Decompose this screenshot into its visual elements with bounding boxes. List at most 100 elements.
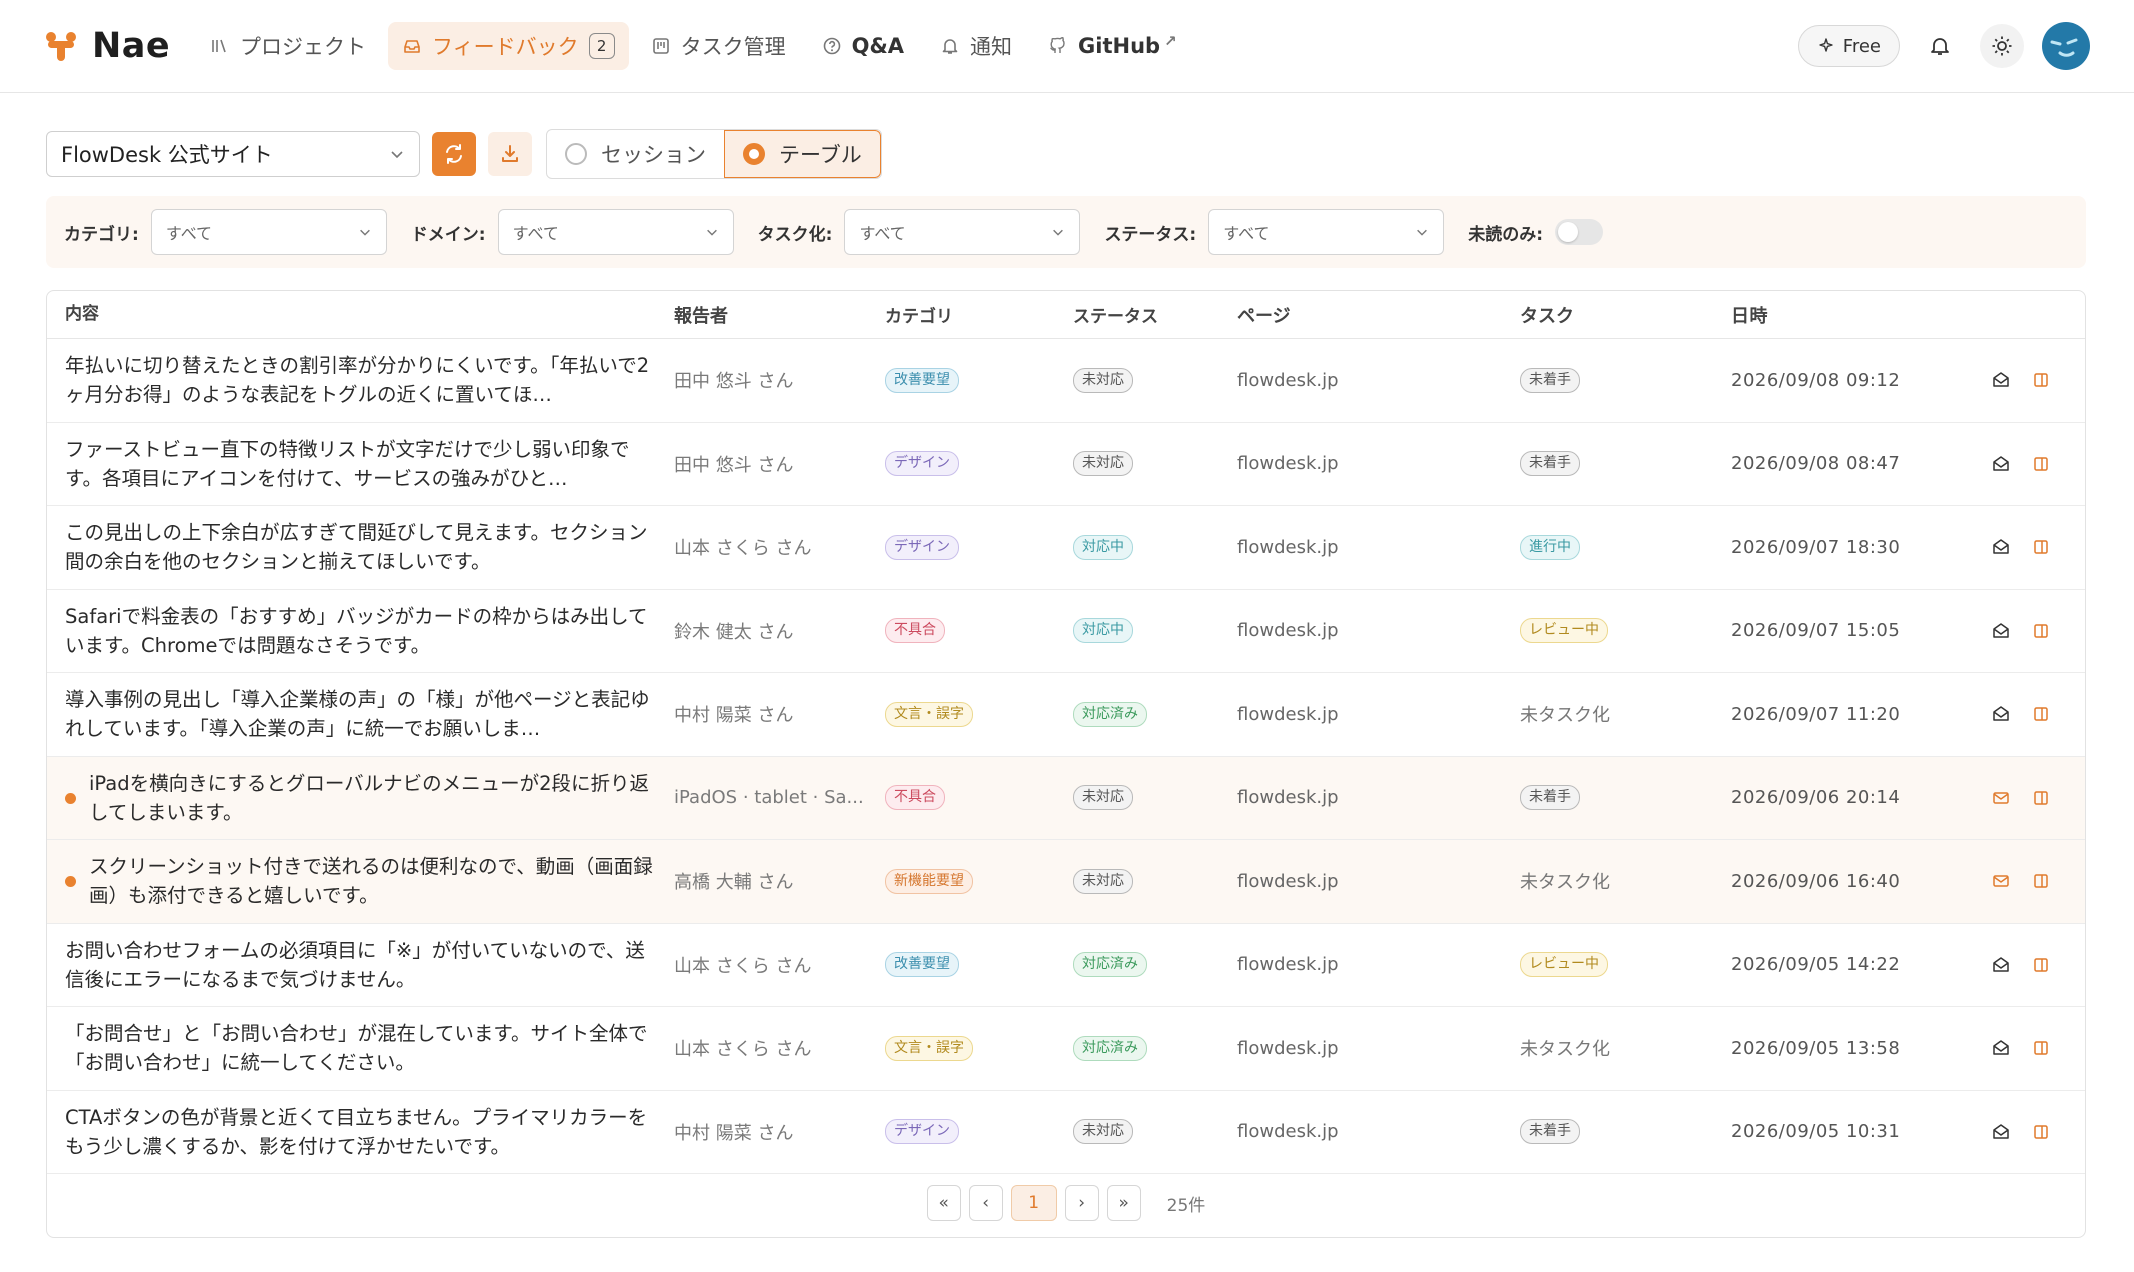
side-panel-icon [2034, 373, 2048, 387]
category-badge: 新機能要望 [885, 868, 973, 894]
nav-notifications-label: 通知 [970, 35, 1013, 59]
toggle-read-button[interactable] [1991, 871, 2011, 891]
category-badge: 改善要望 [885, 367, 959, 393]
chevron-down-icon [391, 151, 403, 159]
toggle-read-button[interactable] [1991, 454, 2011, 474]
table-row[interactable]: 年払いに切り替えたときの割引率が分かりにくいです。「年払いで2ヶ月分お得」のよう… [47, 339, 2085, 423]
project-select[interactable]: FlowDesk 公式サイト [46, 131, 420, 177]
unread-dot [65, 792, 76, 804]
cell-status: 対応中 [1073, 618, 1237, 644]
toggle-read-button[interactable] [1991, 1122, 2011, 1142]
filter-tasked-select[interactable]: すべて [844, 209, 1081, 255]
download-icon [502, 145, 518, 162]
header-actions: Free [1797, 22, 2090, 70]
open-detail-button[interactable] [2031, 704, 2051, 724]
filter-status-label: ステータス: [1104, 224, 1197, 245]
cell-date: 2026/09/08 09:12 [1731, 369, 1901, 391]
radio-table[interactable] [743, 143, 765, 165]
table-header: 内容 報告者 カテゴリ ステータス ページ タスク 日時 [47, 291, 2085, 339]
cell-date: 2026/09/06 20:14 [1731, 787, 1901, 809]
cell-status: 未対応 [1073, 451, 1237, 477]
open-detail-button[interactable] [2031, 788, 2051, 808]
nav-tasks[interactable]: タスク管理 [637, 22, 800, 70]
feedback-count-badge: 2 [588, 33, 615, 59]
toggle-read-button[interactable] [1991, 955, 2011, 975]
feedback-text: ファーストビュー直下の特徴リストが文字だけで少し弱い印象です。各項目にアイコンを… [65, 437, 630, 490]
open-detail-button[interactable] [2031, 1122, 2051, 1142]
sparkles-icon [1819, 38, 1833, 52]
open-detail-button[interactable] [2031, 1038, 2051, 1058]
filter-status-select[interactable]: すべて [1208, 209, 1445, 255]
notifications-button[interactable] [1918, 24, 1962, 68]
user-avatar[interactable] [2042, 22, 2090, 70]
cell-page: flowdesk.jp [1237, 1037, 1339, 1059]
task-badge: 未着手 [1520, 367, 1580, 393]
plan-button[interactable]: Free [1797, 25, 1900, 67]
question-icon [823, 37, 840, 55]
radio-session[interactable] [565, 143, 587, 165]
cell-category: 改善要望 [885, 952, 1073, 978]
cell-reporter: 中村 陽菜 さん [674, 1122, 794, 1144]
open-detail-button[interactable] [2031, 871, 2051, 891]
open-detail-button[interactable] [2031, 621, 2051, 641]
nav-qa[interactable]: Q&A [808, 22, 918, 70]
open-detail-button[interactable] [2031, 370, 2051, 390]
nav-projects[interactable]: プロジェクト [196, 22, 380, 70]
open-detail-button[interactable] [2031, 955, 2051, 975]
mail-open-icon [1993, 1124, 2009, 1139]
chevron-down-icon [359, 229, 370, 236]
nav-notifications[interactable]: 通知 [926, 22, 1026, 70]
open-detail-button[interactable] [2031, 537, 2051, 557]
page-last-button[interactable]: » [1106, 1185, 1141, 1221]
page-prev-button[interactable]: ‹ [968, 1185, 1003, 1221]
unread-only-toggle[interactable] [1555, 219, 1604, 245]
chevron-down-icon [1417, 229, 1428, 236]
table-row[interactable]: iPadを横向きにするとグローバルナビのメニューが2段に折り返してしまいます。 i… [47, 756, 2085, 840]
view-session-option[interactable]: セッション [547, 130, 724, 178]
page-next-button[interactable]: › [1064, 1185, 1099, 1221]
cell-actions [1991, 788, 2051, 808]
chevron-down-icon [706, 229, 717, 236]
filter-category-select[interactable]: すべて [150, 209, 387, 255]
toggle-read-button[interactable] [1991, 537, 2011, 557]
nav-feedback[interactable]: フィードバック 2 [388, 22, 629, 70]
nav-github[interactable]: GitHub ↗ [1034, 22, 1191, 70]
app-logo[interactable]: Nae [44, 24, 170, 68]
task-text: 未タスク化 [1520, 1039, 1610, 1061]
filter-domain: ドメイン: すべて [411, 209, 734, 255]
table-row[interactable]: 「お問合せ」と「お問い合わせ」が混在しています。サイト全体で「お問い合わせ」に統… [47, 1007, 2085, 1091]
feedback-text: CTAボタンの色が背景と近くて目立ちません。プライマリカラーをもう少し濃くするか… [65, 1105, 648, 1158]
project-select-value: FlowDesk 公式サイト [61, 143, 273, 167]
theme-toggle-button[interactable] [1980, 24, 2024, 68]
toggle-read-button[interactable] [1991, 370, 2011, 390]
feedback-text: 「お問合せ」と「お問い合わせ」が混在しています。サイト全体で「お問い合わせ」に統… [65, 1022, 648, 1075]
page-first-button[interactable]: « [926, 1185, 961, 1221]
refresh-button[interactable] [432, 132, 476, 176]
open-detail-button[interactable] [2031, 454, 2051, 474]
toggle-read-button[interactable] [1991, 788, 2011, 808]
download-button[interactable] [488, 132, 532, 176]
table-row[interactable]: ファーストビュー直下の特徴リストが文字だけで少し弱い印象です。各項目にアイコンを… [47, 423, 2085, 506]
filter-domain-label: ドメイン: [410, 224, 486, 245]
view-table-option[interactable]: テーブル [724, 130, 881, 178]
status-badge: 未対応 [1073, 451, 1133, 477]
table-row[interactable]: スクリーンショット付きで送れるのは便利なので、動画（画面録画）も添付できると嬉し… [47, 840, 2085, 924]
cell-task: レビュー中 [1520, 618, 1731, 644]
cell-task: 未着手 [1520, 1119, 1731, 1145]
cell-actions [1991, 871, 2051, 891]
page-current-button[interactable]: 1 [1010, 1185, 1057, 1221]
filter-tasked-label: タスク化: [757, 224, 833, 245]
toggle-read-button[interactable] [1991, 704, 2011, 724]
table-row[interactable]: 導入事例の見出し「導入企業様の声」の「様」が他ページと表記ゆれしています。「導入… [47, 673, 2085, 757]
table-row[interactable]: お問い合わせフォームの必須項目に「※」が付いていないので、送信後にエラーになるま… [47, 924, 2085, 1007]
toggle-read-button[interactable] [1991, 621, 2011, 641]
table-row[interactable]: CTAボタンの色が背景と近くて目立ちません。プライマリカラーをもう少し濃くするか… [47, 1091, 2085, 1174]
table-row[interactable]: Safariで料金表の「おすすめ」バッジがカードの枠からはみ出しています。Chr… [47, 590, 2085, 673]
toggle-read-button[interactable] [1991, 1038, 2011, 1058]
status-badge: 対応中 [1073, 534, 1133, 560]
table-row[interactable]: この見出しの上下余白が広すぎて間延びして見えます。セクション間の余白を他のセクシ… [47, 506, 2085, 590]
mail-open-icon [1993, 706, 2009, 721]
logo-icon [46, 32, 76, 61]
filter-domain-select[interactable]: すべて [497, 209, 734, 255]
category-badge: 不具合 [885, 785, 945, 811]
